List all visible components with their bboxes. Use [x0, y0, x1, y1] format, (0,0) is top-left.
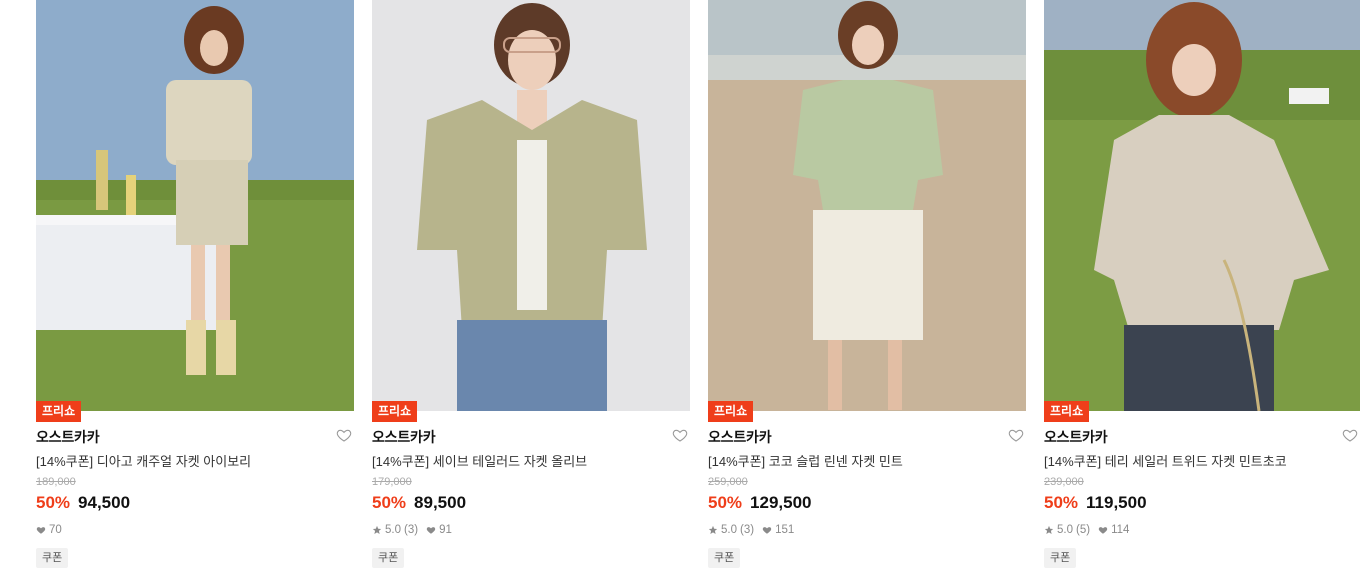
heart-icon [426, 527, 436, 534]
rating-value: 5.0 [385, 524, 401, 536]
original-price: 189,000 [36, 476, 76, 488]
pre-show-badge: 프리쇼 [1044, 401, 1090, 422]
coupon-tag: 쿠폰 [708, 548, 741, 568]
pre-show-badge: 프리쇼 [708, 401, 754, 422]
brand-name[interactable]: 오스트카카 [36, 427, 100, 447]
brand-name[interactable]: 오스트카카 [1044, 427, 1108, 447]
coupon-tag: 쿠폰 [372, 548, 405, 568]
likes-count: 151 [775, 524, 795, 536]
product-photo[interactable] [36, 0, 354, 411]
rating-value: 5.0 [721, 524, 737, 536]
star-icon [372, 525, 382, 534]
sale-price: 119,500 [1086, 493, 1147, 512]
coupon-tag: 쿠폰 [36, 548, 69, 568]
sale-price: 129,500 [750, 493, 812, 512]
wishlist-heart-icon[interactable] [672, 427, 688, 443]
rating-value: 5.0 [1057, 524, 1073, 536]
review-count: (3) [740, 524, 755, 536]
product-photo[interactable] [1044, 0, 1360, 411]
product-name[interactable]: [14%쿠폰] 테리 세일러 트위드 자켓 민트초코 [1044, 451, 1287, 470]
sale-price: 89,500 [414, 493, 467, 512]
product-meta: 5.0 (3) 91 [372, 524, 452, 536]
likes-group: 151 [762, 524, 794, 536]
likes-group: 114 [1098, 524, 1129, 536]
discount-rate: 50% [36, 493, 71, 512]
product-meta: 5.0 (3) 151 [708, 524, 794, 536]
product-meta: 70 [36, 524, 62, 536]
original-price: 239,000 [1044, 476, 1084, 488]
product-card[interactable]: 프리쇼 오스트카카 [14%쿠폰] 세이브 테일러드 자켓 올리브 179,00… [372, 0, 690, 572]
review-count: (3) [404, 524, 419, 536]
price-row: 50% 89,500 [372, 493, 466, 513]
likes-group: 70 [36, 524, 62, 536]
price-row: 50% 129,500 [708, 493, 811, 513]
rating-group: 5.0 (3) [708, 524, 754, 536]
product-name[interactable]: [14%쿠폰] 디아고 캐주얼 자켓 아이보리 [36, 451, 251, 470]
heart-icon [762, 527, 772, 534]
product-card[interactable]: 프리쇼 오스트카카 [14%쿠폰] 테리 세일러 트위드 자켓 민트초코 239… [1044, 0, 1360, 572]
wishlist-heart-icon[interactable] [1008, 427, 1024, 443]
product-photo[interactable] [708, 0, 1026, 411]
pre-show-badge: 프리쇼 [372, 401, 418, 422]
review-count: (5) [1076, 524, 1091, 536]
wishlist-heart-icon[interactable] [1342, 427, 1358, 443]
heart-icon [36, 527, 46, 534]
product-photo[interactable] [372, 0, 690, 411]
wishlist-heart-icon[interactable] [336, 427, 352, 443]
discount-rate: 50% [372, 493, 407, 512]
pre-show-badge: 프리쇼 [36, 401, 82, 422]
price-row: 50% 119,500 [1044, 493, 1147, 513]
product-card[interactable]: 프리쇼 오스트카카 [14%쿠폰] 디아고 캐주얼 자켓 아이보리 189,00… [36, 0, 354, 572]
heart-icon [1098, 527, 1108, 534]
product-card[interactable]: 프리쇼 오스트카카 [14%쿠폰] 코코 슬럽 린넨 자켓 민트 259,000… [708, 0, 1026, 572]
likes-count: 91 [439, 524, 452, 536]
original-price: 179,000 [372, 476, 412, 488]
star-icon [1044, 525, 1054, 534]
price-row: 50% 94,500 [36, 493, 130, 513]
sale-price: 94,500 [78, 493, 131, 512]
original-price: 259,000 [708, 476, 748, 488]
likes-count: 70 [49, 524, 62, 536]
brand-name[interactable]: 오스트카카 [372, 427, 436, 447]
discount-rate: 50% [1044, 493, 1079, 512]
star-icon [708, 525, 718, 534]
product-meta: 5.0 (5) 114 [1044, 524, 1129, 536]
product-name[interactable]: [14%쿠폰] 세이브 테일러드 자켓 올리브 [372, 451, 587, 470]
likes-group: 91 [426, 524, 452, 536]
likes-count: 114 [1111, 524, 1130, 536]
product-name[interactable]: [14%쿠폰] 코코 슬럽 린넨 자켓 민트 [708, 451, 903, 470]
brand-name[interactable]: 오스트카카 [708, 427, 772, 447]
coupon-tag: 쿠폰 [1044, 548, 1077, 568]
rating-group: 5.0 (5) [1044, 524, 1090, 536]
product-grid: 프리쇼 오스트카카 [14%쿠폰] 디아고 캐주얼 자켓 아이보리 189,00… [0, 0, 1360, 572]
rating-group: 5.0 (3) [372, 524, 418, 536]
discount-rate: 50% [708, 493, 743, 512]
